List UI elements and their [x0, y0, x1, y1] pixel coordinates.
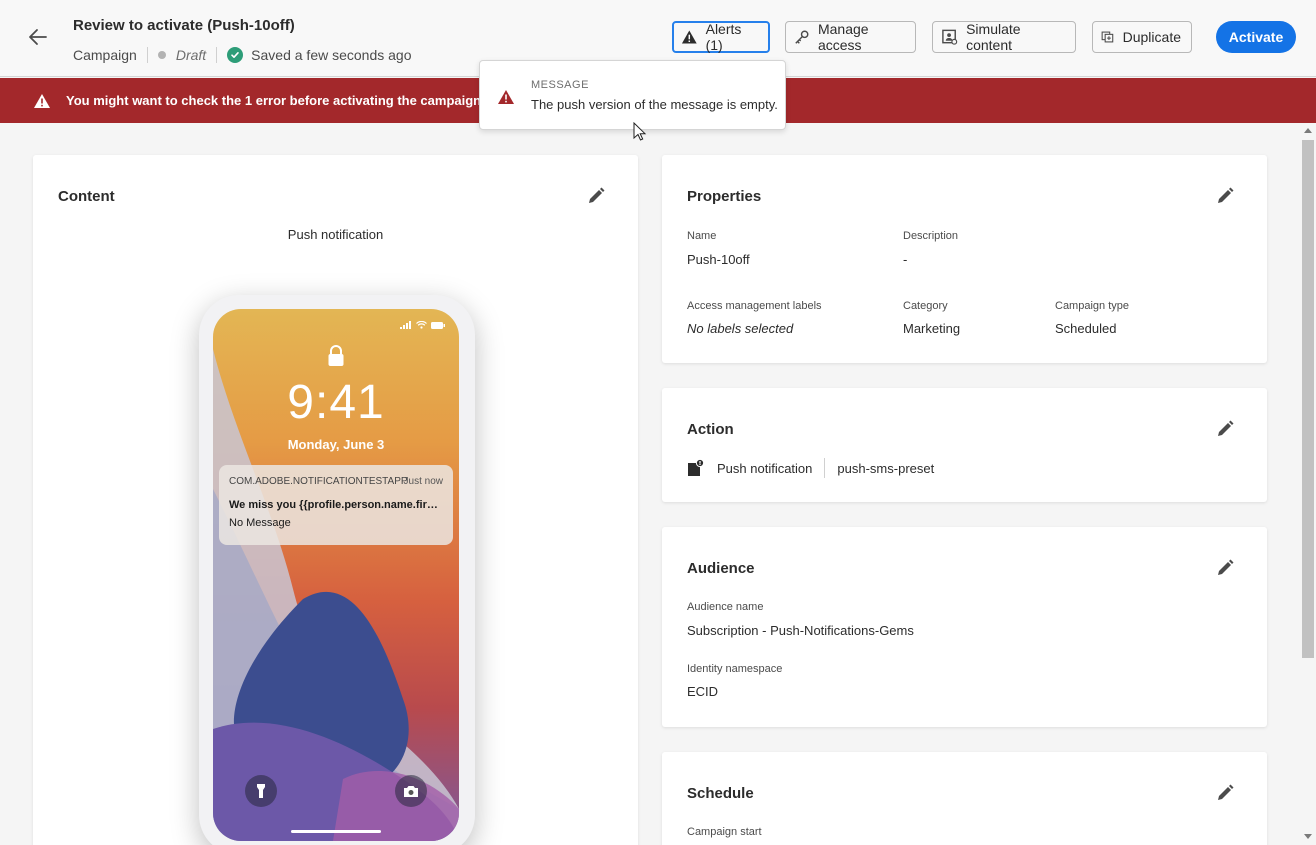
audience-card-title: Audience [687, 560, 755, 577]
lockscreen-time: 9:41 [287, 376, 385, 429]
scroll-up-icon[interactable] [1304, 128, 1312, 133]
page-title: Review to activate (Push-10off) [73, 17, 295, 34]
push-notification-icon [688, 459, 705, 476]
duplicate-icon [1101, 31, 1114, 43]
duplicate-button[interactable]: Duplicate [1092, 21, 1192, 53]
battery-icon [431, 321, 445, 329]
campaign-type-label: Campaign type [1055, 300, 1129, 312]
error-icon [498, 90, 514, 104]
scroll-down-icon[interactable] [1304, 834, 1312, 839]
action-card: Action Push notification push-sms-preset [662, 388, 1267, 502]
simulate-icon [942, 29, 958, 45]
audience-name-value: Subscription - Push-Notifications-Gems [687, 623, 914, 638]
phone-screen: 9:41 Monday, June 3 COM.ADOBE.NOTIFICATI… [213, 309, 459, 841]
action-card-title: Action [687, 421, 734, 438]
audience-card: Audience Audience name Subscription - Pu… [662, 527, 1267, 727]
action-summary: Push notification push-sms-preset [687, 458, 934, 478]
push-notification-preview: COM.ADOBE.NOTIFICATIONTESTAPP Just now W… [219, 465, 453, 545]
saved-status: Saved a few seconds ago [251, 47, 412, 63]
notification-app-name: COM.ADOBE.NOTIFICATIONTESTAPP [229, 476, 408, 487]
mouse-cursor-icon [633, 122, 647, 141]
content-card-title: Content [58, 188, 115, 205]
page-scrollbar[interactable] [1300, 124, 1316, 845]
content-card: Content Push notification 9:41 Monday, J… [33, 155, 638, 845]
simulate-content-label: Simulate content [966, 21, 1021, 53]
alerts-button-label: Alerts (1) [705, 21, 742, 53]
access-labels-label: Access management labels [687, 300, 822, 312]
audience-name-label: Audience name [687, 601, 764, 613]
schedule-card: Schedule Campaign start [662, 752, 1267, 845]
channel-label: Push notification [287, 227, 384, 242]
access-labels-value: No labels selected [687, 321, 794, 336]
description-label: Description [903, 230, 959, 242]
action-channel: Push notification [717, 460, 813, 476]
notification-body: No Message [229, 517, 291, 529]
lockscreen-date: Monday, June 3 [287, 437, 385, 452]
lock-icon [327, 345, 345, 372]
campaign-type-value: Scheduled [1055, 321, 1117, 336]
status-dot-icon [157, 51, 166, 59]
identity-namespace-label: Identity namespace [687, 663, 783, 675]
camera-icon [395, 775, 427, 807]
checkmark-icon [227, 47, 244, 63]
identity-namespace-value: ECID [687, 684, 719, 699]
wifi-icon [416, 321, 427, 329]
alert-category-label: MESSAGE [531, 79, 589, 91]
simulate-content-button[interactable]: Simulate content [932, 21, 1076, 53]
description-value: - [903, 252, 908, 267]
divider [216, 47, 218, 63]
manage-access-label: Manage access [817, 21, 869, 53]
signal-icon [400, 321, 411, 329]
edit-pencil-icon[interactable] [1215, 783, 1235, 803]
activate-button[interactable]: Activate [1216, 21, 1296, 53]
phone-preview: 9:41 Monday, June 3 COM.ADOBE.NOTIFICATI… [199, 295, 475, 845]
edit-pencil-icon[interactable] [586, 186, 606, 206]
alert-icon [681, 30, 697, 44]
alerts-button[interactable]: Alerts (1) [672, 21, 770, 53]
alert-message[interactable]: The push version of the message is empty… [531, 97, 778, 112]
divider [146, 47, 148, 63]
properties-card-title: Properties [687, 188, 762, 205]
scroll-thumb[interactable] [1302, 140, 1314, 658]
status-bar [400, 321, 445, 329]
name-value: Push-10off [687, 252, 750, 267]
edit-pencil-icon[interactable] [1215, 558, 1235, 578]
schedule-card-title: Schedule [687, 785, 754, 802]
divider [824, 458, 826, 478]
category-label: Category [903, 300, 948, 312]
status-badge: Draft [175, 47, 207, 63]
name-label: Name [687, 230, 717, 242]
campaign-meta: Campaign Draft Saved a few seconds ago [73, 46, 412, 64]
manage-access-button[interactable]: Manage access [785, 21, 916, 53]
key-icon [795, 30, 809, 44]
properties-card: Properties Name Push-10off Description -… [662, 155, 1267, 363]
home-indicator [291, 830, 381, 833]
action-preset: push-sms-preset [837, 460, 935, 476]
edit-pencil-icon[interactable] [1215, 186, 1235, 206]
edit-pencil-icon[interactable] [1215, 419, 1235, 439]
duplicate-label: Duplicate [1122, 29, 1181, 45]
error-banner-text: You might want to check the 1 error befo… [66, 93, 485, 108]
flashlight-icon [245, 775, 277, 807]
notification-time: Just now [403, 476, 443, 487]
alerts-popover: MESSAGE The push version of the message … [479, 60, 786, 130]
object-type-label: Campaign [73, 47, 137, 63]
warning-icon [34, 93, 50, 108]
notification-title: We miss you {{profile.person.name.first… [229, 499, 443, 511]
back-arrow-icon[interactable] [26, 26, 50, 48]
campaign-start-label: Campaign start [687, 826, 762, 838]
category-value: Marketing [903, 321, 961, 336]
